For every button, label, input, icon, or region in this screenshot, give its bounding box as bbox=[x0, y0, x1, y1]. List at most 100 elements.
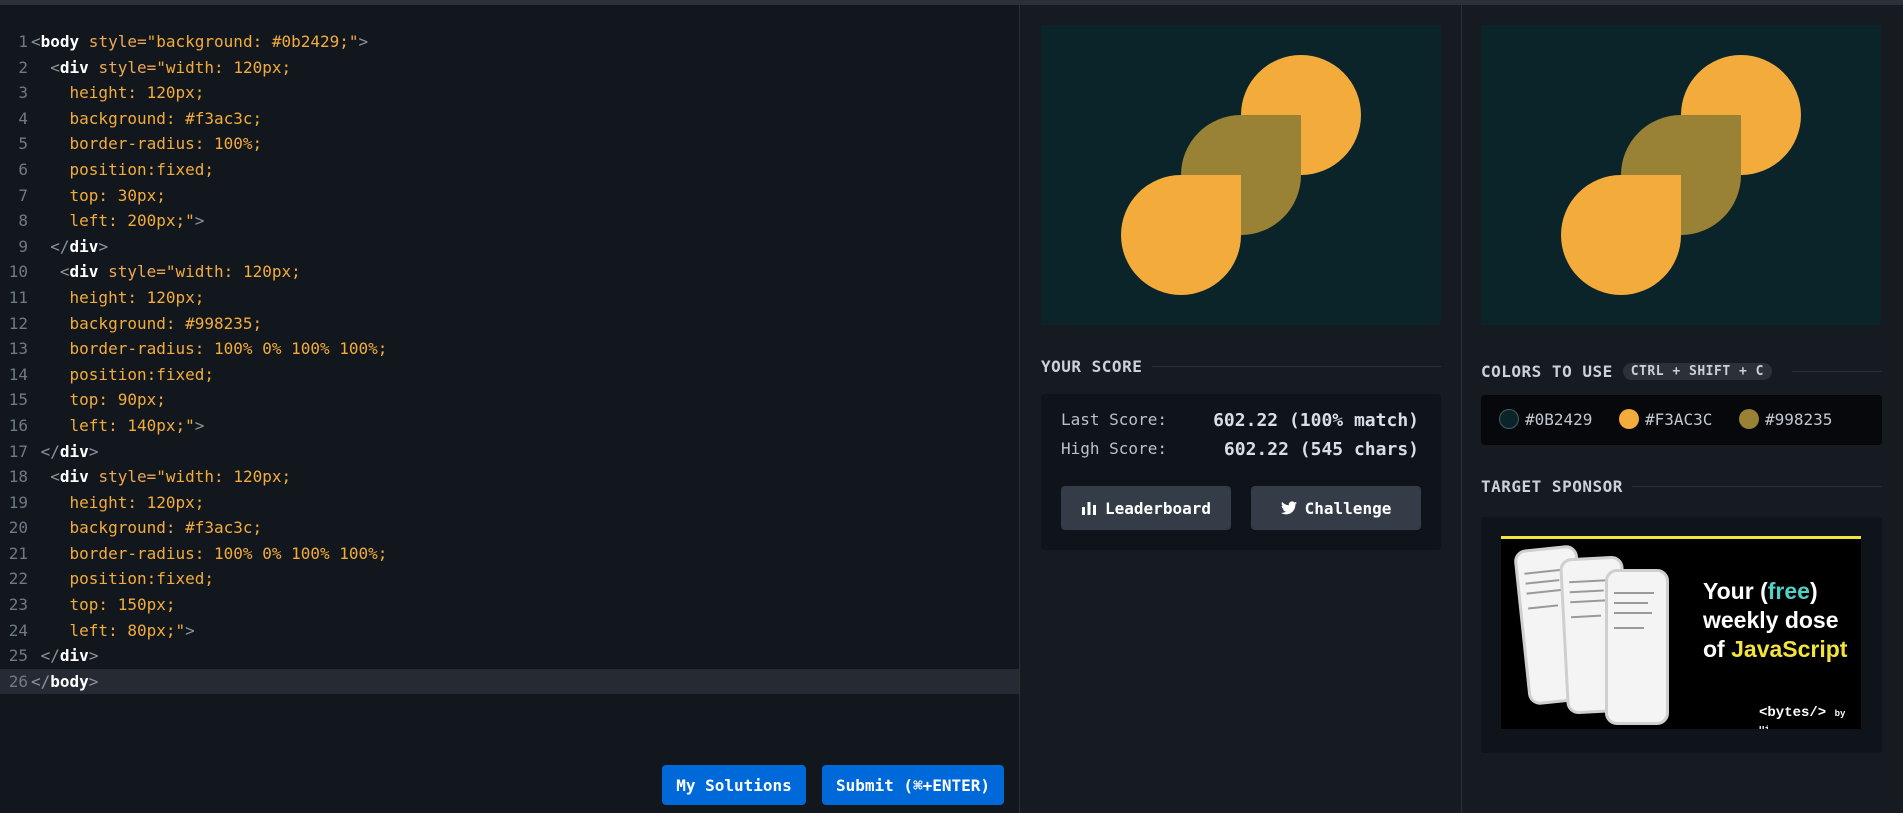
line-number: 3 bbox=[18, 83, 28, 103]
code-token: "width: 120px; bbox=[156, 467, 292, 487]
code-token: left: 80px;" bbox=[31, 620, 186, 640]
code-lines[interactable]: 1 <body style="background: #0b2429;"> 2 <d… bbox=[0, 29, 1019, 695]
code-token: position:fixed; bbox=[31, 159, 215, 179]
my-solutions-button[interactable]: My Solutions bbox=[662, 765, 806, 805]
code-line[interactable]: 17 </div> bbox=[0, 439, 1019, 465]
line-number: 24 bbox=[8, 620, 28, 640]
code-token: "width: 120px; bbox=[156, 57, 292, 77]
code-token: div bbox=[69, 236, 99, 256]
code-token: style= bbox=[88, 467, 157, 487]
code-token: </ bbox=[31, 236, 70, 256]
line-number: 26 bbox=[8, 671, 28, 691]
line-number: 5 bbox=[18, 134, 28, 154]
code-line[interactable]: 18 <div style="width: 120px; bbox=[0, 464, 1019, 490]
code-line[interactable]: 9 </div> bbox=[0, 234, 1019, 260]
code-line[interactable]: 21 border-radius: 100% 0% 100% 100%; bbox=[0, 541, 1019, 567]
code-line[interactable]: 3 height: 120px; bbox=[0, 80, 1019, 106]
code-token: "width: 120px; bbox=[165, 262, 301, 282]
code-token: < bbox=[31, 57, 60, 77]
submit-button[interactable]: Submit (⌘+ENTER) bbox=[822, 765, 1004, 805]
code-line[interactable]: 6 position:fixed; bbox=[0, 157, 1019, 183]
code-token: left: 200px;" bbox=[31, 211, 195, 231]
challenge-label: Challenge bbox=[1304, 498, 1392, 518]
code-token: height: 120px; bbox=[31, 492, 205, 512]
line-number: 22 bbox=[8, 569, 28, 589]
code-line[interactable]: 10 <div style="width: 120px; bbox=[0, 259, 1019, 285]
code-line[interactable]: 12 background: #998235; bbox=[0, 311, 1019, 337]
color-swatch-dot bbox=[1619, 409, 1639, 429]
line-number: 13 bbox=[8, 339, 28, 359]
color-chip[interactable]: #F3AC3C bbox=[1619, 409, 1712, 429]
line-number: 21 bbox=[8, 543, 28, 563]
shortcut-badge: CTRL + SHIFT + C bbox=[1622, 363, 1772, 380]
line-number: 17 bbox=[8, 441, 28, 461]
sponsor-ad-banner[interactable]: Your (free) weekly dose of JavaScript <b… bbox=[1501, 536, 1861, 729]
line-number: 12 bbox=[8, 313, 28, 333]
code-token: border-radius: 100%; bbox=[31, 134, 263, 154]
code-token: > bbox=[194, 415, 205, 435]
sponsor-headline: Your (free) weekly dose of JavaScript bbox=[1703, 578, 1848, 662]
code-token: background: #998235; bbox=[31, 313, 263, 333]
color-chip[interactable]: #0B2429 bbox=[1499, 409, 1592, 429]
code-token: div bbox=[69, 262, 99, 282]
code-line[interactable]: 1 <body style="background: #0b2429;"> bbox=[0, 29, 1019, 55]
code-token: div bbox=[59, 57, 89, 77]
code-line[interactable]: 5 border-radius: 100%; bbox=[0, 131, 1019, 157]
phone-illustration bbox=[1605, 569, 1669, 725]
code-token: style= bbox=[88, 57, 157, 77]
line-number: 19 bbox=[8, 492, 28, 512]
code-line[interactable]: 20 background: #f3ac3c; bbox=[0, 515, 1019, 541]
pane-divider[interactable] bbox=[1461, 5, 1462, 813]
code-line[interactable]: 24 left: 80px;"> bbox=[0, 618, 1019, 644]
code-editor[interactable]: 1 <body style="background: #0b2429;"> 2 <d… bbox=[0, 5, 1019, 813]
line-number: 9 bbox=[18, 236, 28, 256]
code-line[interactable]: 2 <div style="width: 120px; bbox=[0, 55, 1019, 81]
leaderboard-label: Leaderboard bbox=[1105, 498, 1211, 518]
line-number: 20 bbox=[8, 518, 28, 538]
gold-drop-shape bbox=[1561, 175, 1681, 295]
colors-section-title: COLORS TO USE CTRL + SHIFT + C bbox=[1481, 362, 1772, 381]
code-token: left: 140px;" bbox=[31, 415, 195, 435]
code-line[interactable]: 15 top: 90px; bbox=[0, 387, 1019, 413]
challenge-button[interactable]: Challenge bbox=[1251, 486, 1421, 530]
color-hex: #0B2429 bbox=[1525, 409, 1593, 429]
sponsor-card[interactable]: Your (free) weekly dose of JavaScript <b… bbox=[1481, 517, 1882, 753]
output-preview[interactable] bbox=[1041, 25, 1441, 325]
line-number: 11 bbox=[8, 287, 28, 307]
color-chip[interactable]: #998235 bbox=[1739, 409, 1832, 429]
high-score-label: High Score: bbox=[1061, 439, 1167, 458]
code-line[interactable]: 25 </div> bbox=[0, 643, 1019, 669]
leaderboard-button[interactable]: Leaderboard bbox=[1061, 486, 1231, 530]
code-line[interactable]: 8 left: 200px;"> bbox=[0, 208, 1019, 234]
code-line[interactable]: 7 top: 30px; bbox=[0, 183, 1019, 209]
divider bbox=[1792, 371, 1882, 372]
code-line[interactable]: 19 height: 120px; bbox=[0, 490, 1019, 516]
score-card: Last Score: 602.22 (100% match) High Sco… bbox=[1041, 394, 1441, 550]
code-token: div bbox=[59, 441, 89, 461]
line-number: 1 bbox=[18, 32, 28, 51]
code-line[interactable]: 13 border-radius: 100% 0% 100% 100%; bbox=[0, 336, 1019, 362]
code-line[interactable]: 16 left: 140px;"> bbox=[0, 413, 1019, 439]
line-number: 18 bbox=[8, 467, 28, 487]
code-token: div bbox=[59, 467, 89, 487]
pane-divider[interactable] bbox=[1019, 5, 1020, 813]
code-line[interactable]: 11 height: 120px; bbox=[0, 285, 1019, 311]
code-token: height: 120px; bbox=[31, 83, 205, 103]
code-line[interactable]: 22 position:fixed; bbox=[0, 566, 1019, 592]
color-hex: #F3AC3C bbox=[1645, 409, 1713, 429]
code-token: style= bbox=[79, 32, 147, 51]
line-number: 23 bbox=[8, 595, 28, 615]
code-token: < bbox=[31, 32, 41, 51]
colors-title-text: COLORS TO USE bbox=[1481, 362, 1613, 381]
code-token: > bbox=[88, 441, 99, 461]
code-token: position:fixed; bbox=[31, 569, 215, 589]
color-hex: #998235 bbox=[1765, 409, 1833, 429]
code-line[interactable]: 23 top: 150px; bbox=[0, 592, 1019, 618]
code-token: body bbox=[40, 32, 80, 51]
code-token: body bbox=[50, 671, 89, 691]
code-token: > bbox=[194, 211, 205, 231]
code-token: height: 120px; bbox=[31, 287, 205, 307]
code-line[interactable]: 26 </body> bbox=[0, 668, 1019, 695]
code-line[interactable]: 14 position:fixed; bbox=[0, 362, 1019, 388]
code-line[interactable]: 4 background: #f3ac3c; bbox=[0, 106, 1019, 132]
